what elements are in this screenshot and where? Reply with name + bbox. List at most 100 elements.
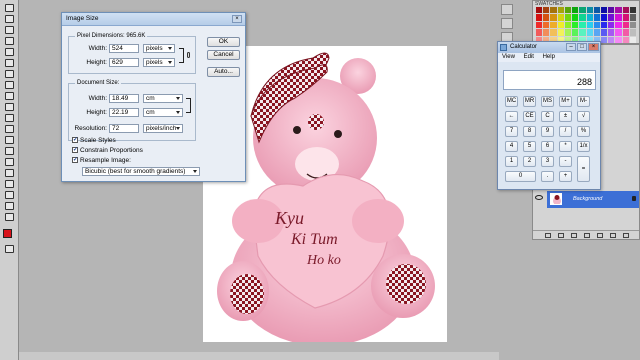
swatch-cell[interactable] xyxy=(593,29,600,36)
swatch-cell[interactable] xyxy=(543,21,550,29)
calc-key[interactable]: 8 xyxy=(523,126,536,137)
doc-width-unit-select[interactable]: cm xyxy=(143,94,183,103)
minimize-icon[interactable]: – xyxy=(566,43,576,51)
trash-icon[interactable] xyxy=(623,233,629,238)
swatch-cell[interactable] xyxy=(622,14,629,21)
clone-stamp-tool-icon[interactable] xyxy=(4,92,15,101)
swatch-cell[interactable] xyxy=(586,14,593,21)
swatch-cell[interactable] xyxy=(572,21,579,29)
swatch-cell[interactable] xyxy=(593,14,600,21)
swatch-cell[interactable] xyxy=(557,7,564,14)
new-group-icon[interactable] xyxy=(597,233,603,238)
swatch-cell[interactable] xyxy=(586,7,593,14)
swatch-cell[interactable] xyxy=(615,7,622,14)
type-tool-icon[interactable] xyxy=(4,169,15,178)
swatch-cell[interactable] xyxy=(608,21,615,29)
hand-tool-icon[interactable] xyxy=(4,202,15,211)
auto-button[interactable]: Auto... xyxy=(207,67,240,77)
gradient-tool-icon[interactable] xyxy=(4,125,15,134)
calc-key[interactable]: % xyxy=(577,126,590,137)
healing-brush-tool-icon[interactable] xyxy=(4,70,15,79)
layer-style-icon[interactable] xyxy=(558,233,564,238)
swatch-cell[interactable] xyxy=(608,7,615,14)
calc-key[interactable]: C xyxy=(541,111,554,122)
maximize-icon[interactable]: □ xyxy=(577,43,587,51)
adjustments-panel-icon[interactable] xyxy=(501,18,513,29)
adjustment-layer-icon[interactable] xyxy=(584,233,590,238)
move-tool-icon[interactable] xyxy=(4,4,15,13)
swatch-cell[interactable] xyxy=(615,29,622,36)
swatch-cell[interactable] xyxy=(586,21,593,29)
calc-key[interactable]: ← xyxy=(505,111,518,122)
scale-styles-checkbox[interactable]: Scale Styles xyxy=(72,136,116,144)
calc-key[interactable]: M- xyxy=(577,96,590,107)
swatch-cell[interactable] xyxy=(593,7,600,14)
pixel-width-input[interactable]: 524 xyxy=(109,44,139,53)
link-layers-icon[interactable] xyxy=(545,233,551,238)
swatch-cell[interactable] xyxy=(564,7,572,14)
ok-button[interactable]: OK xyxy=(207,37,240,47)
pixel-width-unit-select[interactable]: pixels xyxy=(143,44,175,53)
calc-key[interactable]: M+ xyxy=(559,96,572,107)
swatch-cell[interactable] xyxy=(564,29,572,36)
calc-key[interactable]: 7 xyxy=(505,126,518,137)
doc-height-input[interactable]: 22.19 xyxy=(109,108,139,117)
swatch-cell[interactable] xyxy=(579,21,586,29)
swatch-cell[interactable] xyxy=(629,7,636,14)
calc-key[interactable]: - xyxy=(559,156,572,167)
resample-method-select[interactable]: Bicubic (best for smooth gradients) xyxy=(82,167,200,176)
swatch-cell[interactable] xyxy=(550,29,557,36)
swatch-cell[interactable] xyxy=(593,21,600,29)
doc-height-unit-select[interactable]: cm xyxy=(143,108,183,117)
swatch-cell[interactable] xyxy=(622,21,629,29)
dialog-titlebar[interactable]: Image Size × xyxy=(62,13,245,26)
foreground-color-swatch[interactable] xyxy=(3,229,12,238)
swatch-cell[interactable] xyxy=(600,7,608,14)
calc-key[interactable]: 1 xyxy=(505,156,518,167)
swatch-cell[interactable] xyxy=(600,36,608,43)
zoom-tool-icon[interactable] xyxy=(4,213,15,222)
blur-tool-icon[interactable] xyxy=(4,136,15,145)
swatch-cell[interactable] xyxy=(579,7,586,14)
history-brush-tool-icon[interactable] xyxy=(4,103,15,112)
close-icon[interactable]: × xyxy=(232,15,242,23)
crop-tool-icon[interactable] xyxy=(4,48,15,57)
calc-key[interactable]: . xyxy=(541,171,554,182)
eraser-tool-icon[interactable] xyxy=(4,114,15,123)
swatch-grid[interactable] xyxy=(536,7,636,43)
swatch-cell[interactable] xyxy=(608,36,615,43)
calc-key[interactable]: CE xyxy=(523,111,536,122)
swatch-cell[interactable] xyxy=(543,14,550,21)
swatch-cell[interactable] xyxy=(572,14,579,21)
swatch-cell[interactable] xyxy=(622,29,629,36)
swatch-cell[interactable] xyxy=(608,14,615,21)
calc-key[interactable]: 2 xyxy=(523,156,536,167)
brush-tool-icon[interactable] xyxy=(4,81,15,90)
calc-key[interactable]: ± xyxy=(559,111,572,122)
calc-key[interactable]: 4 xyxy=(505,141,518,152)
new-layer-icon[interactable] xyxy=(610,233,616,238)
swatch-cell[interactable] xyxy=(629,29,636,36)
pen-tool-icon[interactable] xyxy=(4,158,15,167)
calc-key[interactable]: 0 xyxy=(505,171,536,182)
swatch-cell[interactable] xyxy=(564,21,572,29)
magic-wand-tool-icon[interactable] xyxy=(4,37,15,46)
swatch-cell[interactable] xyxy=(550,21,557,29)
calc-key[interactable]: 9 xyxy=(541,126,554,137)
swatch-cell[interactable] xyxy=(543,29,550,36)
color-panel-icon[interactable] xyxy=(501,4,513,15)
quick-mask-icon[interactable] xyxy=(4,245,15,254)
calc-key[interactable]: * xyxy=(559,141,572,152)
horizontal-scrollbar[interactable] xyxy=(19,352,499,360)
calc-key[interactable]: 3 xyxy=(541,156,554,167)
cancel-button[interactable]: Cancel xyxy=(207,50,240,60)
calc-key[interactable]: 6 xyxy=(541,141,554,152)
swatch-cell[interactable] xyxy=(600,14,608,21)
swatch-cell[interactable] xyxy=(572,29,579,36)
swatch-cell[interactable] xyxy=(579,29,586,36)
swatch-cell[interactable] xyxy=(629,21,636,29)
menu-help[interactable]: Help xyxy=(543,54,555,60)
calc-key[interactable]: 5 xyxy=(523,141,536,152)
swatch-cell[interactable] xyxy=(550,7,557,14)
calc-key[interactable]: = xyxy=(577,156,590,182)
